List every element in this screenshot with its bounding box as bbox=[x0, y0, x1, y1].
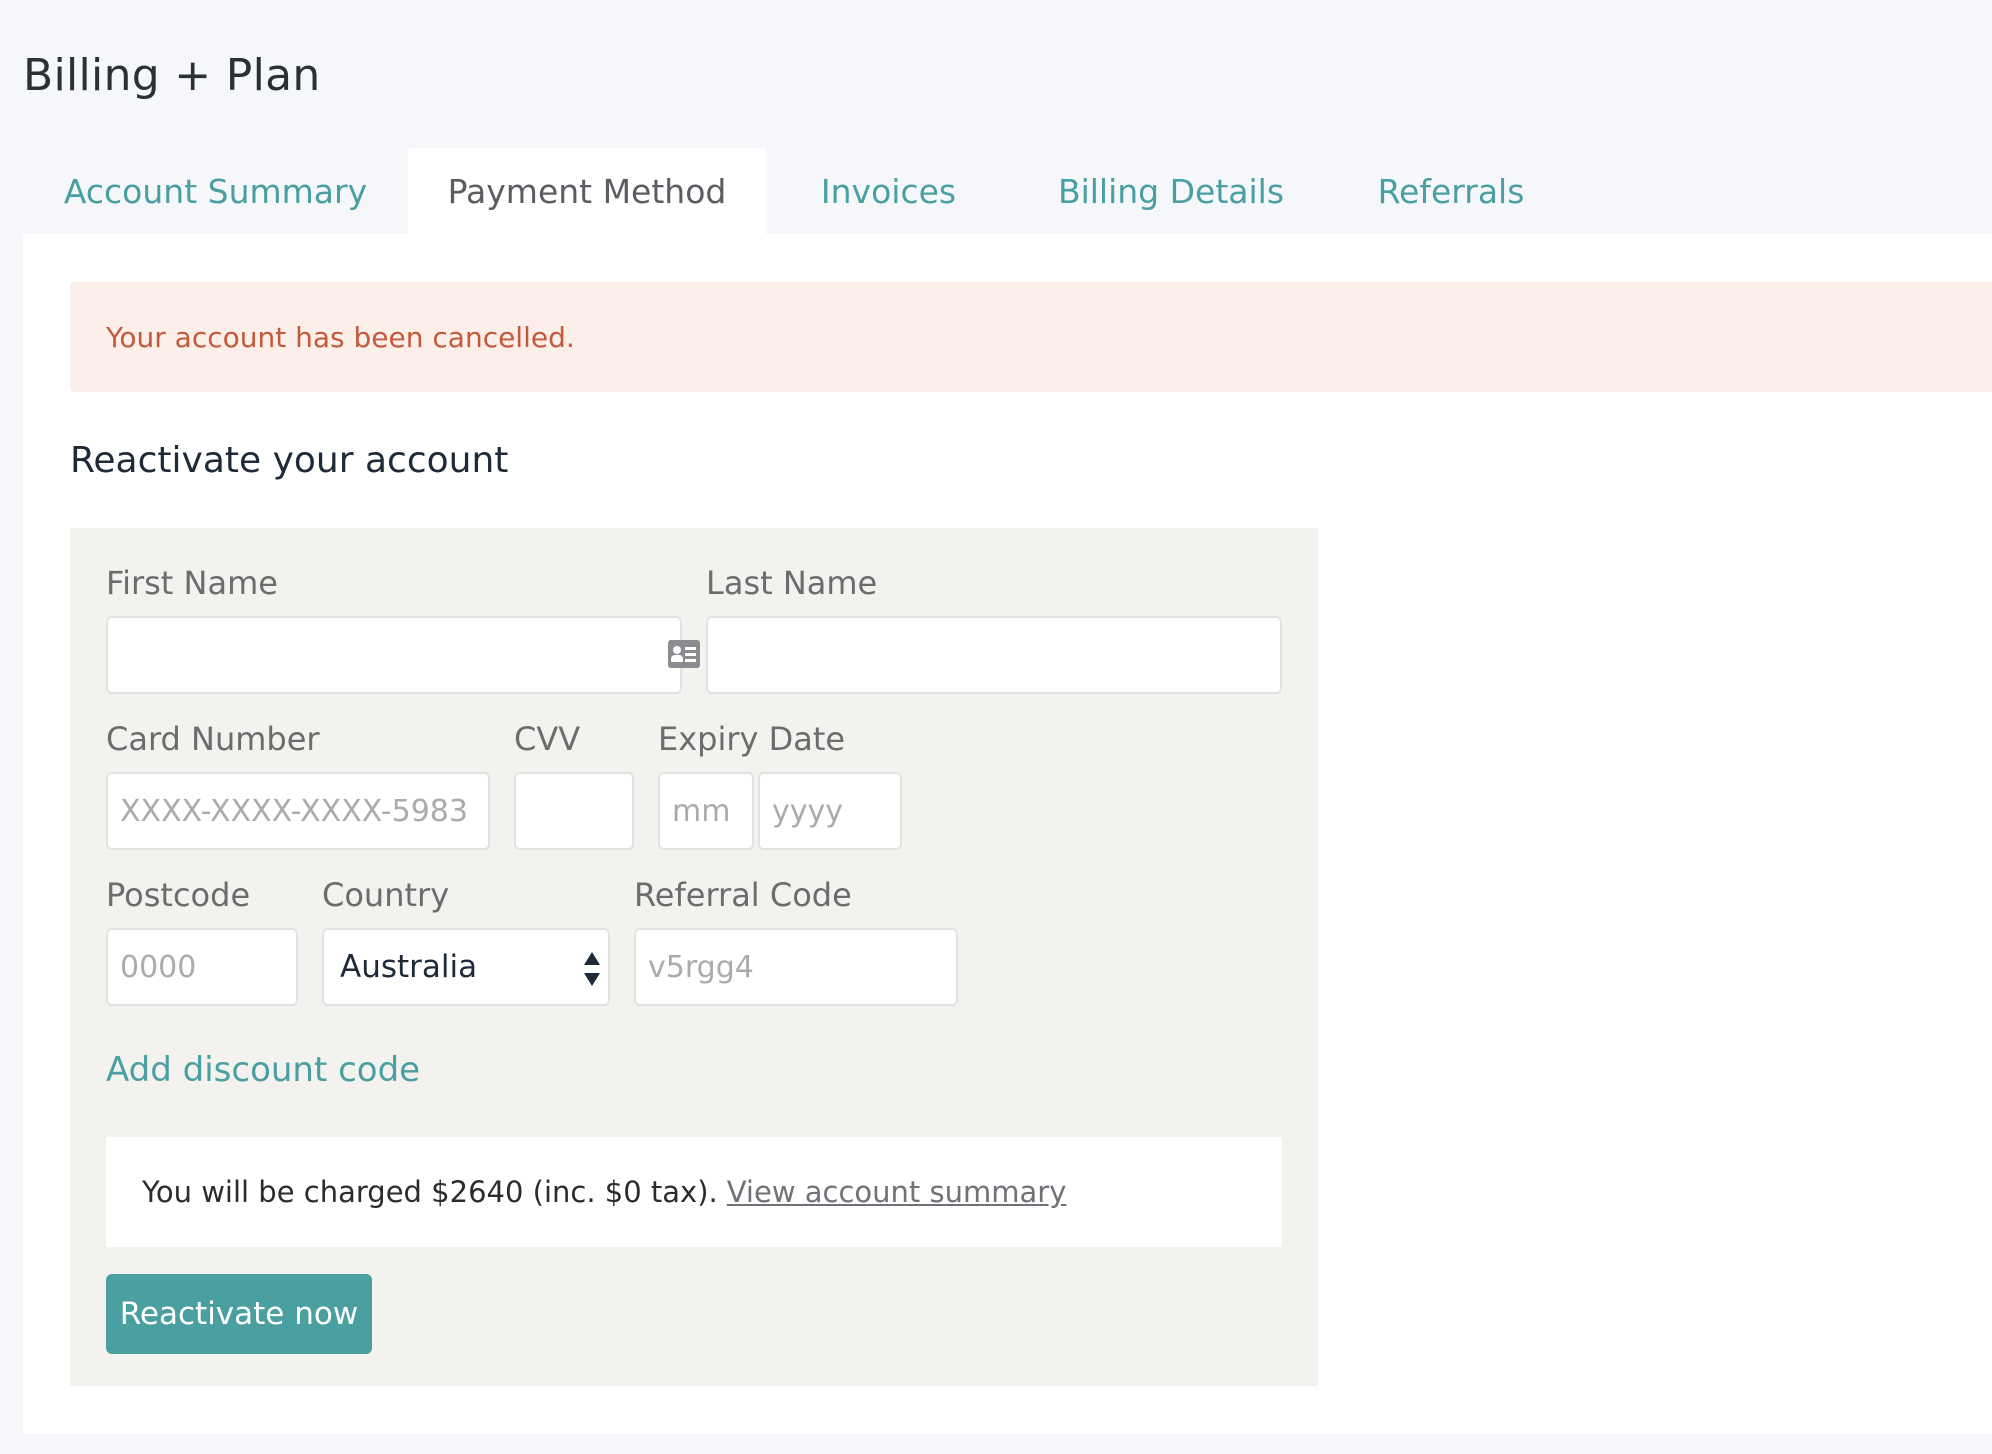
referral-code-field[interactable] bbox=[634, 928, 958, 1006]
charge-text: You will be charged $2640 (inc. $0 tax). bbox=[142, 1175, 718, 1209]
charge-summary: You will be charged $2640 (inc. $0 tax).… bbox=[106, 1137, 1282, 1247]
postcode-label: Postcode bbox=[106, 876, 251, 914]
page-title: Billing + Plan bbox=[23, 50, 321, 101]
country-label: Country bbox=[322, 876, 450, 914]
card-number-field[interactable] bbox=[106, 772, 490, 850]
alert-message: Your account has been cancelled. bbox=[106, 320, 575, 354]
expiry-year-field[interactable] bbox=[758, 772, 902, 850]
tab-payment-method[interactable]: Payment Method bbox=[408, 148, 766, 234]
country-select[interactable]: Australia bbox=[322, 928, 610, 1006]
payment-method-panel: Your account has been cancelled. Reactiv… bbox=[23, 234, 1992, 1434]
referral-code-label: Referral Code bbox=[634, 876, 852, 914]
expiry-date-label: Expiry Date bbox=[658, 720, 846, 758]
first-name-field[interactable] bbox=[106, 616, 682, 694]
add-discount-code-link[interactable]: Add discount code bbox=[106, 1050, 420, 1090]
tab-referrals[interactable]: Referrals bbox=[1331, 148, 1571, 234]
cancelled-alert: Your account has been cancelled. bbox=[70, 282, 1992, 392]
country-selected-value: Australia bbox=[340, 949, 478, 985]
first-name-label: First Name bbox=[106, 564, 278, 602]
cvv-field[interactable] bbox=[514, 772, 634, 850]
reactivate-now-button[interactable]: Reactivate now bbox=[106, 1274, 372, 1354]
reactivate-form: First Name Last Name Card Number CVV Exp… bbox=[70, 528, 1318, 1386]
postcode-field[interactable] bbox=[106, 928, 298, 1006]
card-number-label: Card Number bbox=[106, 720, 320, 758]
last-name-label: Last Name bbox=[706, 564, 878, 602]
cvv-label: CVV bbox=[514, 720, 581, 758]
contact-card-icon bbox=[668, 640, 700, 668]
view-account-summary-link[interactable]: View account summary bbox=[727, 1175, 1067, 1209]
tab-account-summary[interactable]: Account Summary bbox=[23, 148, 408, 234]
section-title: Reactivate your account bbox=[70, 440, 509, 481]
expiry-month-field[interactable] bbox=[658, 772, 754, 850]
last-name-field[interactable] bbox=[706, 616, 1282, 694]
select-arrows-icon bbox=[584, 952, 600, 986]
billing-tabs: Account Summary Payment Method Invoices … bbox=[23, 148, 1571, 234]
tab-invoices[interactable]: Invoices bbox=[766, 148, 1011, 234]
tab-billing-details[interactable]: Billing Details bbox=[1011, 148, 1331, 234]
